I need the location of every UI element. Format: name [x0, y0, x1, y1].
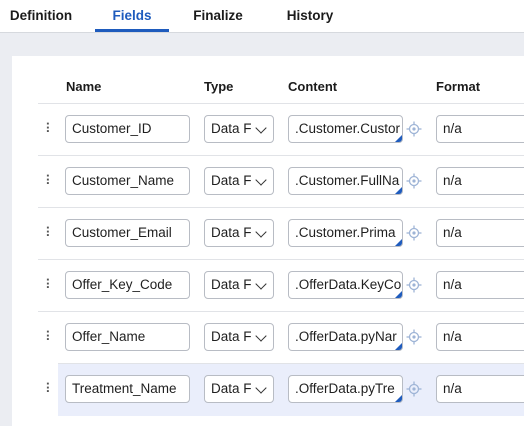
- field-format-input[interactable]: n/a: [436, 375, 524, 403]
- field-type-select[interactable]: Data F: [204, 271, 274, 299]
- field-content-input[interactable]: .Customer.Prima: [288, 219, 403, 247]
- field-content-input[interactable]: .OfferData.KeyCo: [288, 271, 403, 299]
- field-type-select[interactable]: Data F: [204, 115, 274, 143]
- autocomplete-corner-icon: [395, 395, 402, 402]
- drag-handle-icon[interactable]: ⠇: [45, 226, 55, 239]
- field-type-select[interactable]: Data F: [204, 323, 274, 351]
- field-format-input[interactable]: n/a: [436, 271, 524, 299]
- field-type-value: Data F: [211, 225, 252, 240]
- tab-bar: Definition Fields Finalize History: [0, 0, 524, 33]
- field-name-input[interactable]: Customer_Name: [65, 167, 190, 195]
- column-header-content: Content: [288, 79, 338, 94]
- autocomplete-corner-icon: [395, 135, 402, 142]
- tab-fields[interactable]: Fields: [95, 0, 169, 32]
- crosshair-target-icon[interactable]: [406, 277, 422, 293]
- field-content-value: .Customer.Prima: [295, 225, 396, 240]
- field-type-select[interactable]: Data F: [204, 219, 274, 247]
- chevron-down-icon: [255, 382, 267, 394]
- field-content-input[interactable]: .OfferData.pyNar: [288, 323, 403, 351]
- crosshair-target-icon[interactable]: [406, 173, 422, 189]
- field-content-value: .Customer.Custor: [295, 121, 401, 136]
- field-content-value: .OfferData.pyTre: [295, 381, 395, 396]
- chevron-down-icon: [255, 122, 267, 134]
- field-type-value: Data F: [211, 329, 252, 344]
- field-format-input[interactable]: n/a: [436, 167, 524, 195]
- tab-history[interactable]: History: [275, 0, 345, 32]
- column-header-format: Format: [436, 79, 481, 94]
- field-content-input[interactable]: .Customer.Custor: [288, 115, 403, 143]
- chevron-down-icon: [255, 330, 267, 342]
- drag-handle-icon[interactable]: ⠇: [45, 278, 55, 291]
- field-name-input[interactable]: Treatment_Name: [65, 375, 190, 403]
- autocomplete-corner-icon: [395, 187, 402, 194]
- field-type-value: Data F: [211, 277, 252, 292]
- drag-handle-icon[interactable]: ⠇: [45, 330, 55, 343]
- chevron-down-icon: [255, 226, 267, 238]
- field-format-input[interactable]: n/a: [436, 115, 524, 143]
- chevron-down-icon: [255, 174, 267, 186]
- column-header-name: Name: [66, 79, 102, 94]
- tab-finalize[interactable]: Finalize: [183, 0, 253, 32]
- field-name-input[interactable]: Offer_Name: [65, 323, 190, 351]
- drag-handle-icon[interactable]: ⠇: [45, 382, 55, 395]
- column-header-type: Type: [204, 79, 234, 94]
- tab-definition[interactable]: Definition: [0, 0, 82, 32]
- crosshair-target-icon[interactable]: [406, 329, 422, 345]
- field-type-value: Data F: [211, 173, 252, 188]
- field-name-input[interactable]: Customer_ID: [65, 115, 190, 143]
- crosshair-target-icon[interactable]: [406, 121, 422, 137]
- drag-handle-icon[interactable]: ⠇: [45, 174, 55, 187]
- drag-handle-icon[interactable]: ⠇: [45, 122, 55, 135]
- autocomplete-corner-icon: [395, 239, 402, 246]
- field-content-value: .OfferData.pyNar: [295, 329, 397, 344]
- field-format-input[interactable]: n/a: [436, 219, 524, 247]
- active-tab-indicator: [95, 29, 169, 32]
- field-content-value: .OfferData.KeyCo: [295, 277, 402, 292]
- field-type-select[interactable]: Data F: [204, 375, 274, 403]
- crosshair-target-icon[interactable]: [406, 381, 422, 397]
- field-content-input[interactable]: .OfferData.pyTre: [288, 375, 403, 403]
- field-type-select[interactable]: Data F: [204, 167, 274, 195]
- autocomplete-corner-icon: [395, 343, 402, 350]
- field-format-input[interactable]: n/a: [436, 323, 524, 351]
- crosshair-target-icon[interactable]: [406, 225, 422, 241]
- field-name-input[interactable]: Customer_Email: [65, 219, 190, 247]
- field-type-value: Data F: [211, 381, 252, 396]
- field-content-value: .Customer.FullNa: [295, 173, 400, 188]
- chevron-down-icon: [255, 278, 267, 290]
- field-type-value: Data F: [211, 121, 252, 136]
- autocomplete-corner-icon: [395, 291, 402, 298]
- field-content-input[interactable]: .Customer.FullNa: [288, 167, 403, 195]
- field-name-input[interactable]: Offer_Key_Code: [65, 271, 190, 299]
